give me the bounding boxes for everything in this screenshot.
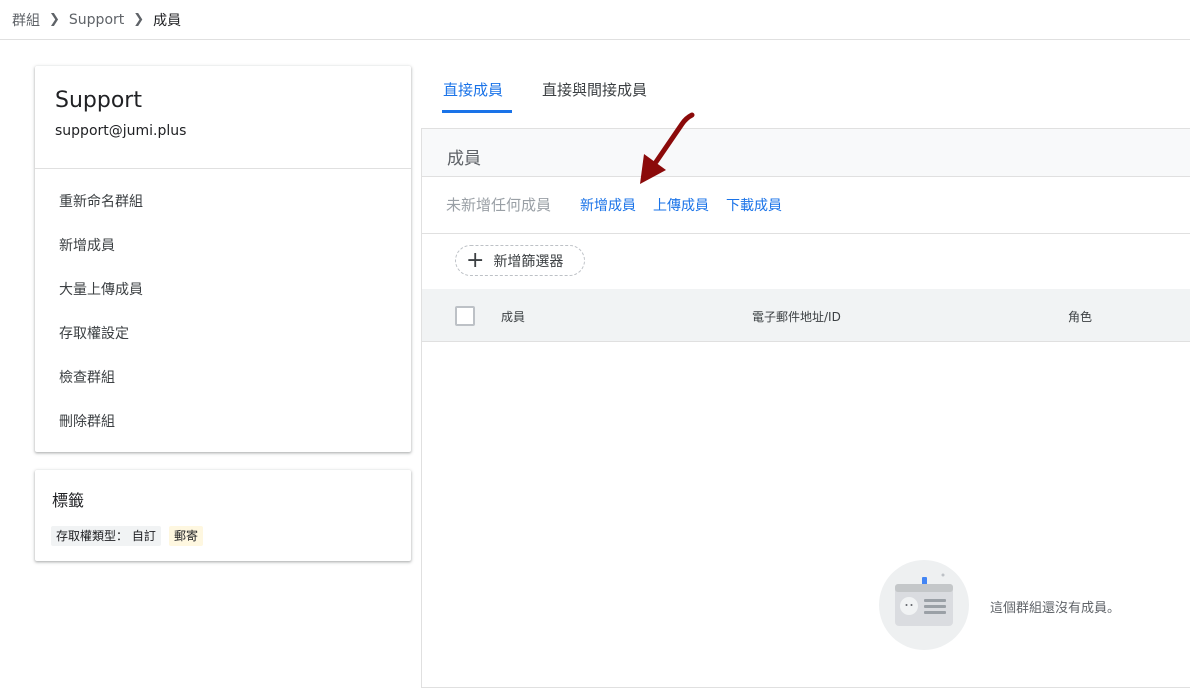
menu-bulk-upload-members[interactable]: 大量上傳成員 [59, 279, 143, 299]
annotation-arrow [640, 112, 695, 184]
labels-title: 標籤 [52, 491, 85, 510]
no-members-text: 未新增任何成員 [446, 196, 552, 214]
divider [35, 168, 411, 169]
access-type-chip: 存取權類型： 自訂 [51, 526, 161, 546]
group-name: Support [55, 88, 142, 113]
members-panel-title: 成員 [447, 149, 481, 169]
select-all-checkbox[interactable] [455, 306, 475, 326]
download-members-link[interactable]: 下載成員 [726, 195, 782, 215]
breadcrumb-group-link[interactable]: Support [69, 12, 124, 28]
group-info-card: Support support@jumi.plus 重新命名群組 新增成員 大量… [35, 66, 411, 452]
chevron-right-icon: ❯ [49, 12, 60, 27]
active-tab-indicator [442, 110, 512, 113]
column-header-email[interactable]: 電子郵件地址/ID [752, 308, 841, 325]
plus-icon: + [466, 247, 485, 273]
add-filter-label: 新增篩選器 [493, 253, 564, 270]
breadcrumb: 群組 ❯ Support ❯ 成員 [0, 0, 1190, 40]
menu-rename-group[interactable]: 重新命名群組 [59, 191, 143, 211]
member-actions-row: 未新增任何成員 新增成員 上傳成員 下載成員 [422, 176, 1190, 234]
add-members-link[interactable]: 新增成員 [580, 195, 636, 215]
group-email: support@jumi.plus [55, 123, 187, 139]
chevron-right-icon: ❯ [133, 12, 145, 27]
tab-direct-and-indirect-members[interactable]: 直接與間接成員 [542, 79, 647, 100]
tab-direct-members[interactable]: 直接成員 [443, 79, 503, 100]
column-header-member[interactable]: 成員 [501, 308, 525, 325]
members-panel-header: 成員 [422, 129, 1190, 177]
mailing-chip: 郵寄 [169, 526, 204, 546]
members-table-header: 成員 電子郵件地址/ID 角色 [422, 289, 1190, 342]
menu-delete-group[interactable]: 刪除群組 [59, 411, 115, 431]
menu-access-settings[interactable]: 存取權設定 [59, 323, 129, 343]
empty-state-message: 這個群組還沒有成員。 [990, 601, 1121, 616]
upload-members-link[interactable]: 上傳成員 [653, 195, 709, 215]
member-card-illustration [879, 560, 969, 650]
column-header-role[interactable]: 角色 [1068, 308, 1092, 325]
breadcrumb-groups-link[interactable]: 群組 [12, 10, 40, 30]
filter-row: + 新增篩選器 [422, 233, 1190, 289]
breadcrumb-current: 成員 [153, 12, 182, 29]
labels-card: 標籤 存取權類型： 自訂 郵寄 [35, 470, 411, 561]
menu-add-members[interactable]: 新增成員 [59, 235, 115, 255]
add-filter-button[interactable]: + 新增篩選器 [455, 245, 585, 276]
menu-inspect-group[interactable]: 檢查群組 [59, 367, 115, 387]
